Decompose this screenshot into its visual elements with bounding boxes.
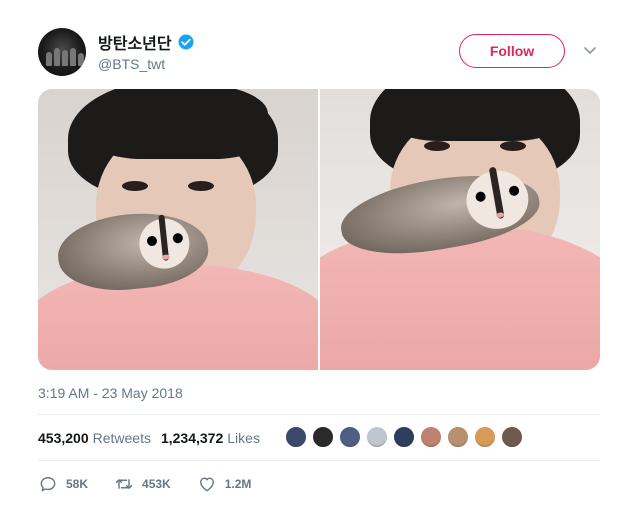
retweets-count[interactable]: 453,200 [38,430,89,446]
retweet-count: 453K [142,477,171,491]
avatar-figure [54,48,60,66]
bangs [88,89,268,159]
media-grid [38,89,600,370]
heart-icon [199,477,214,492]
likes-label[interactable]: Likes [227,430,260,446]
eye [424,141,450,151]
liker-avatar[interactable] [420,426,442,448]
reply-button[interactable]: 58K [38,474,88,494]
photo-man-with-sugar-glider[interactable] [38,89,318,370]
retweet-button[interactable]: 453K [114,474,171,494]
avatar-figure [62,50,68,66]
display-name[interactable]: 방탄소년단 [98,30,172,54]
follow-button[interactable]: Follow [459,34,565,68]
liker-avatar[interactable] [447,426,469,448]
user-handle[interactable]: @BTS_twt [98,56,165,72]
avatar-figure [70,48,76,66]
eye [122,181,148,191]
divider [38,414,600,415]
avatar-figure [78,53,84,66]
tweet: 방탄소년단 @BTS_twt Follow 3:19 AM - 23 May 2… [0,0,637,517]
liker-avatar[interactable] [501,426,523,448]
like-button[interactable]: 1.2M [197,474,252,494]
photo-man-with-sugar-glider-closeup[interactable] [320,89,600,370]
tweet-actions: 58K 453K 1.2M [38,474,277,494]
reply-count: 58K [66,477,89,491]
chevron-down-icon[interactable] [582,42,598,58]
liker-avatar[interactable] [474,426,496,448]
liker-avatar[interactable] [285,426,307,448]
verified-badge-icon [178,34,194,50]
retweets-label[interactable]: Retweets [93,430,151,446]
avatar-figure [46,52,52,66]
bangs [386,89,566,141]
retweet-icon [115,479,133,489]
liker-avatar[interactable] [366,426,388,448]
divider [38,460,600,461]
liker-avatar[interactable] [312,426,334,448]
tweet-stats: 453,200 Retweets 1,234,372 Likes [38,430,270,446]
like-count: 1.2M [224,477,252,491]
name-row: 방탄소년단 [98,30,195,54]
eye [188,181,214,191]
liker-avatar[interactable] [393,426,415,448]
tweet-timestamp[interactable]: 3:19 AM - 23 May 2018 [38,385,183,401]
likes-count[interactable]: 1,234,372 [161,430,223,446]
reply-icon [40,477,56,492]
eye [500,141,526,151]
liker-avatars [285,426,528,448]
liker-avatar[interactable] [339,426,361,448]
avatar[interactable] [38,28,86,76]
